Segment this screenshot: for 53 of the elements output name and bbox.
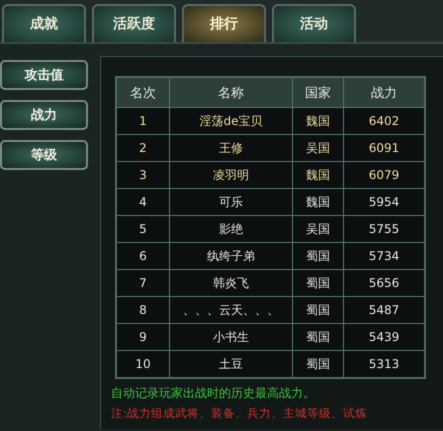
table-cell: 7: [116, 270, 170, 296]
tab[interactable]: 排行: [182, 4, 266, 42]
ranking-category-button[interactable]: 等级: [0, 140, 88, 170]
table-cell: 5755: [344, 216, 425, 242]
table-cell: 吴国: [292, 216, 344, 242]
table-cell: 纨绔子弟: [170, 242, 292, 270]
table-cell: 可乐: [170, 188, 292, 216]
column-header: 国家: [292, 77, 344, 108]
table-cell: 6402: [344, 108, 425, 134]
table-cell: 魏国: [292, 108, 344, 134]
table-cell: 、、、云天、、、: [170, 296, 292, 324]
table-cell: 5: [116, 216, 170, 242]
table-cell: 6: [116, 242, 170, 270]
ranking-category-button[interactable]: 攻击值: [0, 60, 88, 90]
table-cell: 1: [116, 108, 170, 134]
column-header: 战力: [344, 77, 425, 108]
tab[interactable]: 活跃度: [92, 4, 176, 42]
table-cell: 5734: [344, 242, 425, 270]
table-cell: 3: [116, 162, 170, 188]
table-cell: 5656: [344, 270, 425, 296]
note-text: 自动记录玩家出战时的历史最高战力。: [111, 385, 316, 402]
table-cell: 蜀国: [292, 270, 344, 296]
table-cell: 2: [116, 134, 170, 162]
table-cell: 5313: [344, 350, 425, 378]
table-cell: 蜀国: [292, 296, 344, 324]
table-cell: 4: [116, 188, 170, 216]
table-cell: 9: [116, 324, 170, 350]
table-cell: 土豆: [170, 350, 292, 378]
table-cell: 凌羽明: [170, 162, 292, 188]
tab[interactable]: 活动: [272, 4, 356, 42]
table-cell: 蜀国: [292, 350, 344, 378]
table-cell: 10: [116, 350, 170, 378]
table-cell: 5954: [344, 188, 425, 216]
table-cell: 6091: [344, 134, 425, 162]
table-cell: 小书生: [170, 324, 292, 350]
table-cell: 韩炎飞: [170, 270, 292, 296]
column-header: 名称: [170, 77, 292, 108]
table-cell: 蜀国: [292, 324, 344, 350]
table-cell: 5487: [344, 296, 425, 324]
column-header: 名次: [116, 77, 170, 108]
table-cell: 影绝: [170, 216, 292, 242]
table-cell: 淫荡de宝贝: [170, 108, 292, 134]
table-cell: 5439: [344, 324, 425, 350]
ranking-category-button[interactable]: 战力: [0, 100, 88, 130]
table-cell: 王修: [170, 134, 292, 162]
table-cell: 8: [116, 296, 170, 324]
note-text: 注:战力组成武将、装备、兵力、主城等级、试炼: [111, 406, 368, 421]
table-cell: 蜀国: [292, 242, 344, 270]
tab[interactable]: 成就: [2, 4, 86, 42]
table-cell: 魏国: [292, 188, 344, 216]
table-cell: 6079: [344, 162, 425, 188]
table-cell: 吴国: [292, 134, 344, 162]
table-cell: 魏国: [292, 162, 344, 188]
